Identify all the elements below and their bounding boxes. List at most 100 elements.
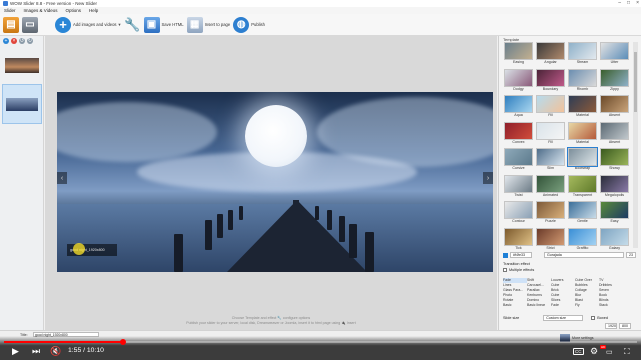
template-tile[interactable]: Strict [536,227,565,251]
slide-size-select[interactable]: Custom size [543,315,584,321]
effect-item[interactable]: Rotate [503,298,527,303]
menu-options[interactable]: Options [65,8,81,13]
menu-help[interactable]: Help [89,8,98,13]
template-tile[interactable]: Material [568,121,597,145]
template-tile[interactable]: Bootstrap [567,147,598,171]
template-scrollbar[interactable] [633,42,638,248]
template-tile[interactable]: Megalopolis [600,174,629,198]
delete-slide-icon[interactable]: × [11,38,17,44]
open-button[interactable]: ▭ [22,16,38,34]
effect-item[interactable]: Collage [575,288,599,293]
menu-images-videos[interactable]: Images & Videos [24,8,58,13]
template-tile[interactable]: Gentle [568,201,597,224]
template-tile[interactable]: Rhomb [568,68,597,92]
template-tile[interactable]: Contour [504,201,533,224]
effect-item[interactable]: Blur [575,293,599,298]
scrollbar-thumb[interactable] [634,52,637,112]
menu-slider[interactable]: Slider [4,8,16,13]
effect-item[interactable]: Basic [503,303,527,308]
effect-item[interactable]: Seven [599,288,623,293]
effect-item[interactable]: Brick [551,288,575,293]
rotate-right-icon[interactable]: ↻ [27,38,33,44]
template-tile[interactable]: Animated [536,174,565,198]
effect-item[interactable]: Shift [527,278,551,283]
effect-item[interactable]: Blast [575,298,599,303]
template-tile[interactable]: Fill [536,121,565,145]
mute-icon[interactable]: 🔇 [50,347,61,356]
effect-item[interactable]: Photo [503,293,527,298]
effect-item[interactable]: Parallax [527,288,551,293]
template-tile[interactable]: Stream [568,42,597,65]
effect-item[interactable]: Dribbles [599,283,623,288]
template-tile[interactable]: Utter [600,42,629,65]
progress-bar[interactable] [4,339,637,345]
effect-item[interactable]: Basic linear [527,303,551,308]
template-tile[interactable]: Tick [504,227,533,251]
color-swatch[interactable] [503,252,508,258]
effect-item[interactable]: Slices [551,298,575,303]
template-tile[interactable]: Easy [600,201,629,224]
publish-button[interactable]: ◍ Publish [233,16,265,34]
color-field[interactable]: #f4fe33 [510,252,532,258]
template-tile[interactable]: Fill [536,95,565,118]
subtitles-button[interactable]: CC [573,348,584,355]
progress-scrubber[interactable] [120,339,126,345]
effect-item[interactable]: Bubbles [575,283,599,288]
effect-item[interactable]: Blinds [599,298,623,303]
fullscreen-icon[interactable]: ⛶ [624,347,630,356]
template-tile[interactable]: Puzzle [536,201,565,224]
theater-mode-icon[interactable]: ▭ [606,348,613,357]
template-tile[interactable]: Angular [536,42,565,65]
slide-thumbnail-selected[interactable] [2,84,42,124]
template-tile[interactable]: Boundary [536,68,565,92]
slide-width-field[interactable]: 1920 [605,323,617,329]
next-video-icon[interactable]: ⏭ [32,347,40,356]
effect-item[interactable]: Book [599,293,623,298]
template-tile[interactable]: Absent [600,121,629,145]
template-tile[interactable]: Easing [504,42,533,65]
play-icon[interactable]: ▶ [12,347,19,356]
effect-item[interactable]: Fade [551,303,575,308]
slide-preview[interactable]: ‹ › good night_1920x800 [57,92,493,272]
effect-item[interactable]: Glass Para... [503,288,527,293]
template-tile[interactable]: Absent [600,95,629,118]
effect-item[interactable]: Fly [575,303,599,308]
effect-item[interactable]: Cube [551,293,575,298]
chevron-down-icon[interactable]: ▼ [118,22,122,27]
minimize-button[interactable]: – [618,0,621,6]
effect-item[interactable]: Fade [503,278,527,283]
effect-item[interactable]: Kenburns [527,293,551,298]
template-tile[interactable]: Slim [536,148,565,171]
template-tile[interactable]: Zippy [600,68,629,92]
effect-item[interactable]: Carousel... [527,283,551,288]
options-button[interactable]: 🔧 [124,16,140,34]
template-tile[interactable]: Dodgy [504,68,533,92]
multiple-effects-checkbox[interactable] [503,268,507,272]
effect-item[interactable]: TV [599,278,623,283]
slide-thumbnail[interactable] [5,58,39,73]
template-tile[interactable]: Aqua [504,95,533,118]
template-tile[interactable]: Galaxy [600,227,629,251]
new-slider-button[interactable]: ▤ [3,16,19,34]
template-tile[interactable]: Graffito [568,227,597,251]
template-tile[interactable]: Material [568,95,597,118]
font-select[interactable]: Gurajada [544,252,624,258]
add-slide-icon[interactable]: + [3,38,9,44]
template-tile[interactable]: Cursive [504,148,533,171]
previous-slide-arrow[interactable]: ‹ [57,172,67,184]
next-slide-arrow[interactable]: › [483,172,493,184]
add-images-button[interactable]: + Add images and videos ▼ [55,16,122,34]
template-tile[interactable]: Showy [600,148,629,171]
effect-item[interactable]: Louvers [551,278,575,283]
close-button[interactable]: × [636,0,639,6]
effect-item[interactable]: Cube Over [575,278,599,283]
slide-height-field[interactable]: 800 [619,323,631,329]
font-size-field[interactable]: 23 [626,252,636,258]
effect-item[interactable]: Stack [599,303,623,308]
save-html-button[interactable]: ▣ Save HTML [143,16,184,34]
maximize-button[interactable]: □ [627,0,630,6]
insert-to-page-button[interactable]: ▦ Insert to page [186,16,230,34]
effect-item[interactable]: Domino [527,298,551,303]
settings-icon[interactable]: ⚙ [590,347,598,356]
effect-item[interactable]: Cube [551,283,575,288]
